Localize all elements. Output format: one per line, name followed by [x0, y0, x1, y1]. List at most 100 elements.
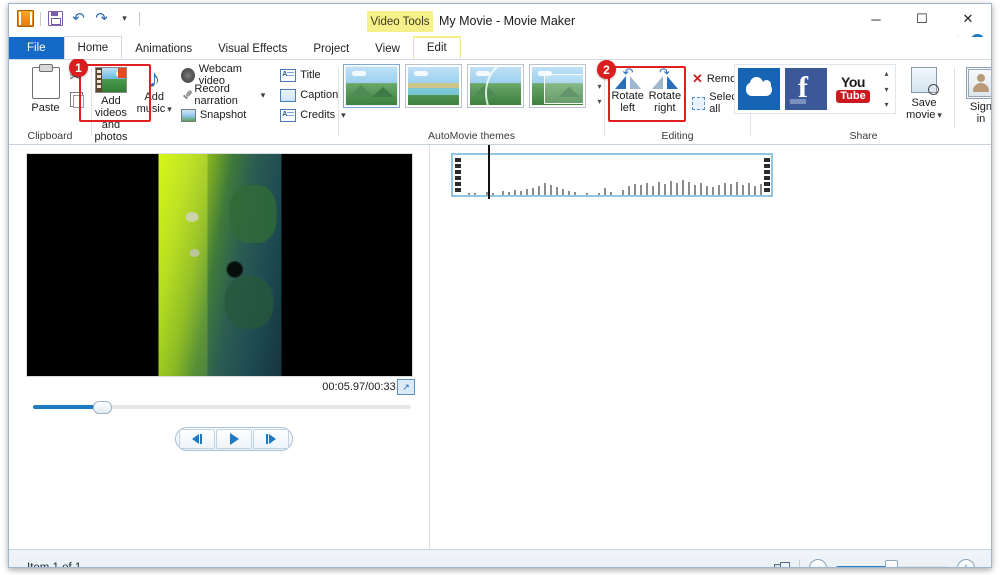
seek-handle[interactable]: [93, 401, 113, 414]
timecode-display: 00:05.97/00:33.27: [322, 381, 411, 393]
zoom-out-button[interactable]: −: [809, 559, 827, 567]
previous-frame-button[interactable]: [179, 429, 215, 449]
add-music-label-line1: Add: [144, 91, 164, 103]
title-bar: ↶ ↷ ▾ Video Tools My Movie - Movie Maker…: [9, 4, 991, 49]
record-narration-caret-icon[interactable]: ▾: [261, 90, 266, 101]
share-scroll-down-icon[interactable]: ▾: [880, 83, 893, 96]
webcam-video-button[interactable]: Webcam video: [179, 63, 267, 87]
theme-thumb-2[interactable]: [467, 64, 524, 108]
save-movie-icon: [911, 67, 939, 95]
group-label-clipboard: Clipboard: [27, 130, 73, 142]
add-music-label-line2: music: [136, 103, 166, 115]
share-scroll-up-icon[interactable]: ▴: [880, 67, 893, 80]
annotation-badge-2: 2: [597, 60, 616, 79]
play-button[interactable]: [216, 429, 252, 449]
ribbon-group-add: Add videos and photos ♪ Add music ▾ Webca…: [92, 60, 345, 156]
filmstrip-right: [762, 155, 771, 195]
redo-glyph: ↷: [95, 10, 108, 27]
storyboard-pane[interactable]: [430, 145, 991, 549]
filmstrip-left: [453, 155, 462, 195]
qat-divider-2: [139, 11, 140, 26]
tab-file[interactable]: File: [9, 37, 64, 59]
share-onedrive-button[interactable]: [737, 67, 781, 111]
share-inner-separator: [954, 66, 955, 127]
tab-home[interactable]: Home: [63, 36, 123, 59]
tab-visual-effects[interactable]: Visual Effects: [205, 38, 300, 59]
group-label-share: Share: [849, 130, 878, 142]
rotate-right-icon: ↷: [651, 66, 678, 89]
save-icon[interactable]: [47, 11, 64, 27]
paste-button[interactable]: Paste: [24, 64, 68, 114]
sign-in-icon: [966, 67, 991, 99]
sign-in-button[interactable]: Sign in: [961, 64, 991, 125]
tab-view[interactable]: View: [362, 38, 413, 59]
expand-preview-icon[interactable]: ↗: [397, 379, 415, 395]
microphone-icon: [181, 89, 191, 102]
theme-thumb-1[interactable]: [405, 64, 462, 108]
theme-thumb-0[interactable]: [343, 64, 400, 108]
seek-bar[interactable]: [33, 401, 411, 414]
status-bar: Item 1 of 1 − +: [9, 549, 991, 568]
video-clip[interactable]: [451, 153, 773, 197]
snapshot-button[interactable]: Snapshot: [179, 106, 267, 124]
group-label-editing: Editing: [661, 130, 694, 142]
save-movie-button[interactable]: Save movie ▾: [900, 64, 948, 121]
next-frame-button[interactable]: [253, 429, 289, 449]
undo-glyph: ↶: [72, 10, 85, 27]
title-icon: A: [280, 68, 297, 82]
zoom-slider-handle[interactable]: [885, 560, 899, 567]
snapshot-icon: [180, 108, 196, 122]
rotate-left-icon: ↶: [614, 66, 641, 89]
record-narration-button[interactable]: Record narration ▾: [179, 83, 267, 107]
zoom-slider-fill: [836, 566, 890, 567]
music-note-icon: ♪: [147, 65, 161, 93]
add-music-button[interactable]: ♪ Add music ▾: [136, 64, 172, 116]
group-label-automovie: AutoMovie themes: [428, 130, 515, 142]
zoom-in-button[interactable]: +: [957, 559, 975, 567]
playback-controls: [175, 427, 293, 451]
maximize-button[interactable]: ☐: [899, 4, 945, 34]
audio-waveform: [462, 169, 762, 195]
webcam-icon: [180, 67, 195, 83]
window-controls: ─ ☐ ✕: [853, 4, 991, 34]
qat-divider: [40, 11, 41, 26]
theme-thumb-3[interactable]: [529, 64, 586, 108]
playhead[interactable]: [488, 145, 490, 199]
movie-maker-window: ↶ ↷ ▾ Video Tools My Movie - Movie Maker…: [8, 3, 992, 568]
video-preview[interactable]: [26, 153, 413, 377]
quick-access-toolbar: ↶ ↷ ▾: [17, 10, 140, 27]
share-youtube-button[interactable]: You Tube: [831, 67, 875, 111]
zoom-divider: [799, 560, 800, 567]
onedrive-icon: [738, 68, 780, 110]
clipboard-icon: [31, 64, 60, 99]
rotate-right-button[interactable]: ↷ Rotate right: [647, 64, 683, 114]
main-area: 00:05.97/00:33.27 ↗: [9, 145, 991, 549]
share-facebook-button[interactable]: f: [784, 67, 828, 111]
customize-qat-icon[interactable]: ▾: [116, 11, 133, 27]
annotation-badge-1: 1: [69, 58, 88, 77]
select-all-icon: [691, 96, 706, 110]
undo-icon[interactable]: ↶: [70, 11, 87, 27]
ribbon-group-share: f You Tube ▴ ▾ ▾ Save movie ▾ Sign in Sh…: [734, 60, 991, 144]
close-button[interactable]: ✕: [945, 4, 991, 34]
tab-project[interactable]: Project: [300, 38, 362, 59]
storyboard-icon[interactable]: [774, 561, 790, 567]
youtube-icon: You Tube: [832, 68, 874, 110]
item-count-label: Item 1 of 1: [27, 562, 82, 568]
seek-fill: [33, 405, 102, 409]
credits-icon: A: [280, 108, 297, 122]
movie-maker-icon[interactable]: [17, 10, 34, 27]
share-more-icon[interactable]: ▾: [880, 98, 893, 111]
add-videos-and-photos-button[interactable]: Add videos and photos: [88, 64, 133, 143]
copy-icon[interactable]: [69, 92, 84, 108]
window-title: My Movie - Movie Maker: [439, 14, 576, 28]
redo-icon[interactable]: ↷: [93, 11, 110, 27]
ribbon-group-automovie-themes: ▴ ▾ ▾ AutoMovie themes: [339, 60, 604, 144]
zoom-slider[interactable]: [836, 560, 948, 567]
add-videos-label-line2: and photos: [94, 119, 128, 143]
tab-animations[interactable]: Animations: [122, 38, 205, 59]
video-frame-image: [158, 154, 281, 376]
caption-icon: [280, 88, 297, 102]
minimize-button[interactable]: ─: [853, 4, 899, 34]
tab-edit[interactable]: Edit: [412, 36, 461, 59]
